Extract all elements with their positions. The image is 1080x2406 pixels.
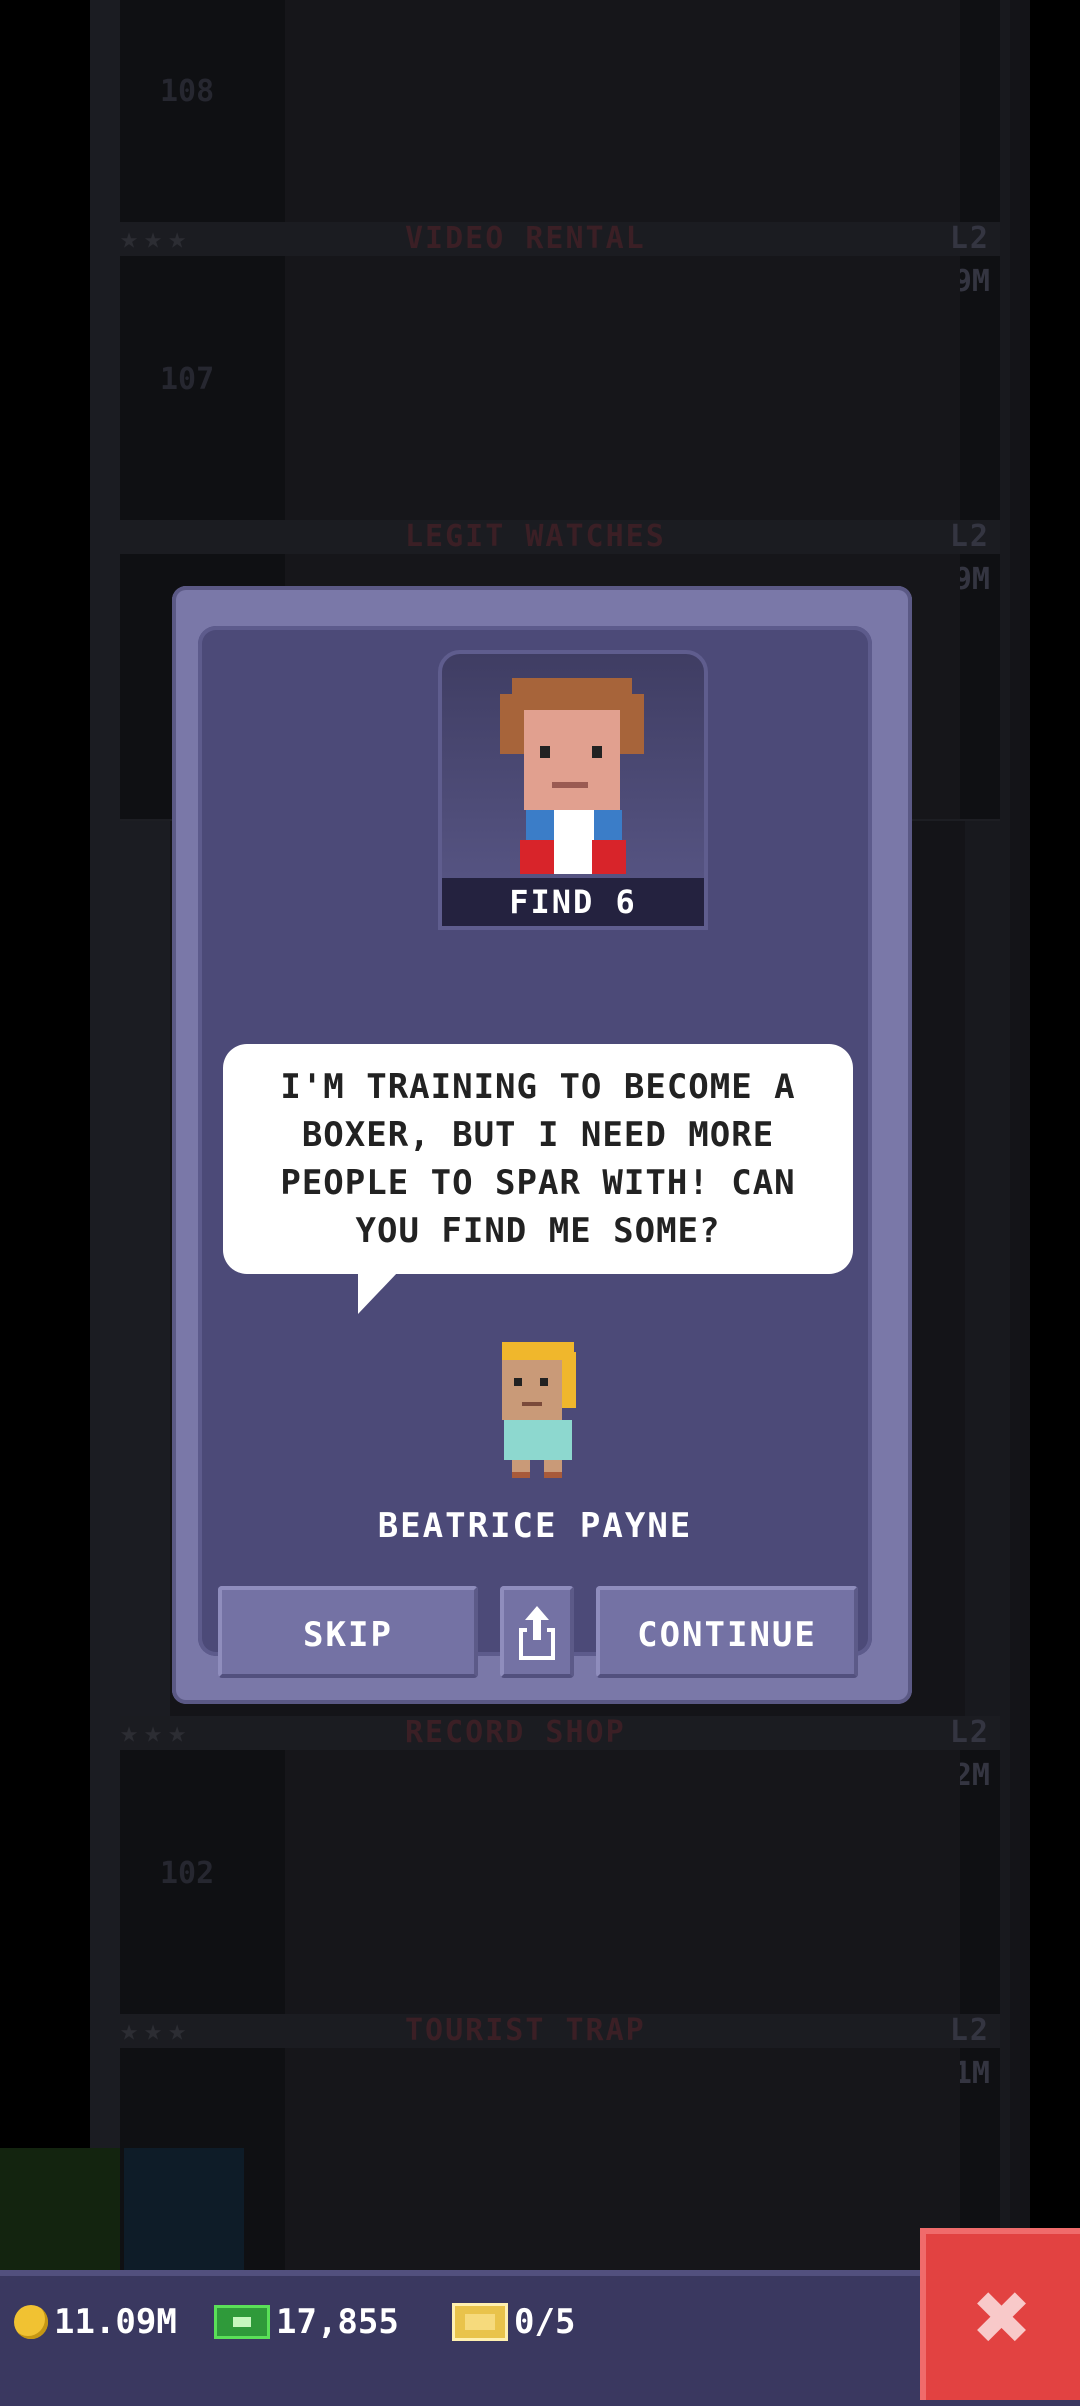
floor-stars: ★★★ xyxy=(120,2013,193,2048)
floor-name: LEGIT WATCHES xyxy=(405,519,666,554)
speech-bubble-tail xyxy=(358,1272,398,1314)
floor-room xyxy=(285,0,960,233)
mission-dialog-panel: FIND 6 I'M TRAINING TO BECOME A BOXER, B… xyxy=(198,626,872,1678)
cash-icon xyxy=(214,2305,270,2339)
close-button[interactable]: ✖ xyxy=(920,2228,1080,2400)
floor-header: ★★★ VIDEO RENTAL L2 xyxy=(120,222,1000,256)
share-icon xyxy=(519,1606,555,1660)
mission-dialog: FIND 6 I'M TRAINING TO BECOME A BOXER, B… xyxy=(172,586,912,1704)
close-icon: ✖ xyxy=(974,2261,1032,2373)
floor-number: 102 xyxy=(160,1856,215,1891)
floor-row[interactable]: ★★★ VIDEO RENTAL L2 9M 107 xyxy=(120,222,1000,523)
floor-room xyxy=(285,256,960,521)
skip-button[interactable]: SKIP xyxy=(218,1586,478,1678)
coins-shortcut-button[interactable] xyxy=(0,2148,120,2270)
floor-room xyxy=(285,1750,960,2015)
character-name: BEATRICE PAYNE xyxy=(377,1506,693,1546)
ticket-icon xyxy=(452,2303,508,2341)
coin-icon xyxy=(14,2305,48,2339)
floor-row[interactable]: ★★★ TOURIST TRAP L2 11M xyxy=(120,2014,1000,2272)
floor-name: RECORD SHOP xyxy=(405,1715,626,1750)
floor-header: ★★★ RECORD SHOP L2 xyxy=(120,1716,1000,1750)
speech-bubble: I'M TRAINING TO BECOME A BOXER, BUT I NE… xyxy=(223,1044,853,1274)
floor-level: L2 xyxy=(949,221,990,256)
floor-header: LEGIT WATCHES L2 xyxy=(120,520,1000,554)
build-shortcut-button[interactable] xyxy=(124,2148,244,2270)
floor-row[interactable]: 108 xyxy=(120,0,1000,235)
share-button[interactable] xyxy=(500,1586,574,1678)
coins-counter[interactable]: 11.09M xyxy=(14,2302,177,2342)
floor-room xyxy=(285,2048,960,2270)
floor-name: VIDEO RENTAL xyxy=(405,221,646,256)
continue-button[interactable]: CONTINUE xyxy=(596,1586,858,1678)
floor-stars: ★★★ xyxy=(120,221,193,256)
boxer-icon xyxy=(500,678,644,874)
floor-level: L2 xyxy=(949,2013,990,2048)
floor-level: L2 xyxy=(949,1715,990,1750)
resource-bar: 11.09M 17,855 0/5 xyxy=(0,2270,1080,2406)
floor-number: 107 xyxy=(160,362,215,397)
floor-number: 108 xyxy=(160,74,215,109)
floor-level: L2 xyxy=(949,519,990,554)
target-portrait: FIND 6 xyxy=(438,650,708,930)
tickets-counter[interactable]: 0/5 xyxy=(452,2302,575,2342)
bux-value: 17,855 xyxy=(276,2302,399,2342)
find-count-label: FIND 6 xyxy=(442,878,704,926)
floor-row[interactable]: ★★★ RECORD SHOP L2 12M 102 xyxy=(120,1716,1000,2017)
character-sprite xyxy=(502,1342,576,1478)
floor-name: TOURIST TRAP xyxy=(405,2013,646,2048)
tickets-value: 0/5 xyxy=(514,2302,576,2342)
side-buttons xyxy=(0,2148,245,2270)
floor-stars: ★★★ xyxy=(120,1715,193,1750)
bux-counter[interactable]: 17,855 xyxy=(214,2302,399,2342)
floor-header: ★★★ TOURIST TRAP L2 xyxy=(120,2014,1000,2048)
coins-value: 11.09M xyxy=(54,2302,177,2342)
